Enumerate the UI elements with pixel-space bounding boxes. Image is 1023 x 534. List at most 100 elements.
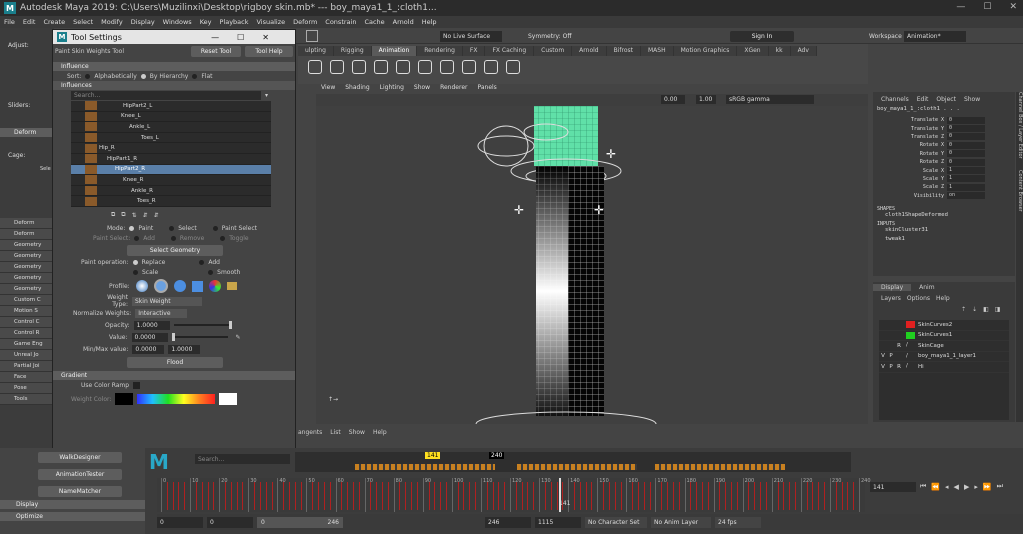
layer-color-swatch[interactable] <box>906 321 915 329</box>
sort-flat-radio[interactable] <box>192 73 198 79</box>
layer-v-toggle[interactable]: V <box>879 364 887 370</box>
weight-color-max-swatch[interactable] <box>219 393 238 405</box>
deform-header[interactable]: Deform <box>0 128 54 137</box>
input-tweak[interactable]: tweak1 <box>873 236 1015 245</box>
layer-row[interactable]: V P / boy_maya1_1_layer1 <box>879 352 1009 362</box>
shelf-tab-rendering[interactable]: Rendering <box>417 46 463 56</box>
lock-icon[interactable]: ⇵ <box>143 212 148 219</box>
left-section-item[interactable]: Pose <box>0 383 54 394</box>
viewport[interactable]: 0.00 1.00 sRGB gamma ✛ ✛ ✛ ↑→ <box>316 94 868 424</box>
square-brush-icon[interactable] <box>191 280 203 292</box>
joint-manipulator-icon[interactable]: ✛ <box>514 203 524 217</box>
walk-designer-button[interactable]: WalkDesigner <box>38 452 122 463</box>
play-backward-icon[interactable]: ◀ <box>954 483 959 491</box>
shelf-tab-bifrost[interactable]: Bifrost <box>606 46 641 56</box>
influence-item[interactable]: HipPart2_R <box>71 164 271 176</box>
viewport-menu-show[interactable]: Show <box>409 84 435 94</box>
channel-attr-row[interactable]: Scale X1 <box>873 166 985 175</box>
left-section-item[interactable]: Control C <box>0 317 54 328</box>
menu-select[interactable]: Select <box>69 18 97 26</box>
close-button[interactable]: ✕ <box>1009 2 1017 12</box>
mode-select-radio[interactable] <box>169 225 175 231</box>
playback-start-field[interactable]: 0 <box>207 516 253 528</box>
left-section-item[interactable]: Geometry <box>0 240 54 251</box>
left-section-item[interactable]: Unreal Jo <box>0 350 54 361</box>
layer-r-toggle[interactable]: R <box>895 364 903 370</box>
channel-attr-value[interactable]: 1 <box>947 183 985 191</box>
tool-help-button[interactable]: Tool Help <box>245 45 293 57</box>
max-field[interactable]: 1.0000 <box>168 344 201 354</box>
move-manipulator-icon[interactable]: ✛ <box>606 147 616 161</box>
texture-brush-icon[interactable] <box>208 280 221 292</box>
influence-item[interactable]: Ankle_R <box>71 186 271 197</box>
color-ramp[interactable] <box>137 394 216 404</box>
menu-key[interactable]: Key <box>196 18 216 26</box>
left-section-item[interactable]: Partial Joi <box>0 361 54 372</box>
influence-item[interactable]: Hip_R <box>71 143 271 154</box>
graph-menu-show[interactable]: Show <box>349 429 365 436</box>
layer-p-toggle[interactable]: P <box>887 353 895 359</box>
menu-cache[interactable]: Cache <box>360 18 388 26</box>
tab-channel-box[interactable]: Channel Box / Layer Editor <box>1017 92 1023 159</box>
unlock-icon[interactable]: ⇵ <box>154 212 159 219</box>
layer-menu-options[interactable]: Options <box>907 295 930 302</box>
menu-windows[interactable]: Windows <box>159 18 196 26</box>
shelf-tab-arnold[interactable]: Arnold <box>572 46 607 56</box>
value-field[interactable]: 0.0000 <box>131 332 168 342</box>
weight-color-min-swatch[interactable] <box>115 393 134 405</box>
op-replace-radio[interactable] <box>132 259 138 265</box>
normalize-dropdown[interactable]: Interactive <box>135 308 188 318</box>
menu-help[interactable]: Help <box>418 18 441 26</box>
channel-box-object[interactable]: boy_maya1_1_:cloth1 . . . <box>873 106 1015 116</box>
sort-icon[interactable]: ⇅ <box>132 212 137 219</box>
menu-edit[interactable]: Edit <box>19 18 40 26</box>
left-section-item[interactable]: Tools <box>0 394 54 405</box>
joint-icon[interactable] <box>462 60 476 74</box>
viewport-menu-panels[interactable]: Panels <box>472 84 501 94</box>
channel-attr-value[interactable]: on <box>947 192 985 200</box>
channel-attr-row[interactable]: Scale Y1 <box>873 175 985 183</box>
mode-paint-select-radio[interactable] <box>212 225 218 231</box>
viewport-menu-lighting[interactable]: Lighting <box>375 84 409 94</box>
layer-r-toggle[interactable]: R <box>895 343 903 349</box>
graph-menu-list[interactable]: List <box>330 429 341 436</box>
layer-v-toggle[interactable]: V <box>879 353 887 359</box>
weight-type-dropdown[interactable]: Skin Weight <box>132 296 202 306</box>
menu-constrain[interactable]: Constrain <box>321 18 360 26</box>
left-section-item[interactable]: Deform <box>0 218 54 229</box>
shelf-tab-ulpting[interactable]: ulpting <box>298 46 334 56</box>
range-slider[interactable]: 0 246 <box>257 516 343 528</box>
influence-search-input[interactable]: Search... <box>71 91 261 100</box>
current-frame-field[interactable]: 141 <box>870 482 916 492</box>
gaussian-brush-icon[interactable] <box>135 280 148 292</box>
folder-icon[interactable] <box>226 282 237 290</box>
maximize-button[interactable]: ☐ <box>983 2 991 12</box>
channel-attr-row[interactable]: Translate X0 <box>873 116 985 124</box>
window-controls[interactable]: —☐✕ <box>211 33 287 42</box>
search-dropdown-icon[interactable]: ▾ <box>265 92 268 99</box>
command-search-input[interactable]: Search... <box>195 454 290 464</box>
layer-p-toggle[interactable]: P <box>887 364 895 370</box>
tab-display[interactable]: Display <box>873 283 912 291</box>
keyframe-strip[interactable]: 141 240 <box>295 452 851 472</box>
copy-weights-icon[interactable]: ⧉ <box>111 211 115 219</box>
influence-section-header[interactable]: Influence <box>53 62 295 71</box>
left-section-item[interactable]: Game Eng <box>0 339 54 350</box>
channel-attr-row[interactable]: Visibility on <box>873 192 985 200</box>
layer-color-swatch[interactable] <box>906 331 915 339</box>
curve-icon[interactable] <box>396 60 410 74</box>
minimize-button[interactable]: — <box>956 2 965 12</box>
playback-end-field[interactable]: 246 <box>485 516 531 528</box>
influence-item[interactable]: Toes_R <box>71 196 271 207</box>
input-skincluster[interactable]: skinCluster31 <box>873 227 1015 236</box>
layer-name[interactable]: SkinCurves2 <box>918 322 952 328</box>
soft-brush-icon[interactable] <box>153 279 168 293</box>
layer-name[interactable]: SkinCurves1 <box>918 332 952 338</box>
tab-anim[interactable]: Anim <box>911 284 942 291</box>
influence-item[interactable]: Toes_L <box>71 133 271 144</box>
menu-arnold[interactable]: Arnold <box>389 18 418 26</box>
left-section-item[interactable]: Geometry <box>0 284 54 295</box>
channel-menu-show[interactable]: Show <box>964 96 980 103</box>
colorspace-dropdown[interactable]: sRGB gamma <box>726 95 814 104</box>
channel-attr-value[interactable]: 0 <box>947 116 985 124</box>
